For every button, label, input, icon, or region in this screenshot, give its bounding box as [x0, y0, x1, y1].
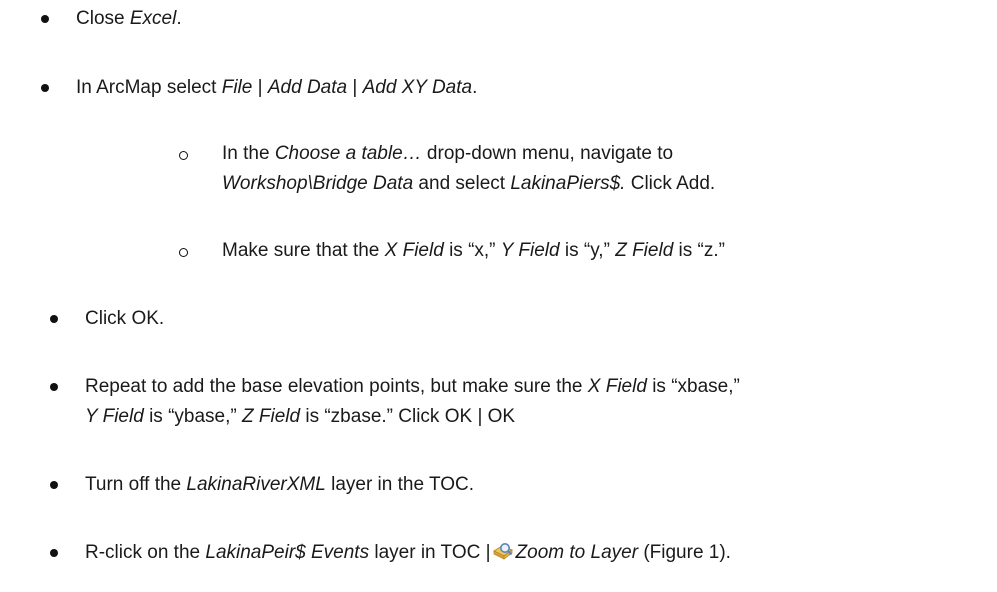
document-page: { "steps": { "s1": { "text1": "Close ", … — [0, 0, 997, 592]
substep-choose-table-line2: Workshop\Bridge Data and select LakinaPi… — [222, 173, 716, 194]
step-turn-off-layer: Turn off the LakinaRiverXML layer in the… — [85, 474, 475, 495]
zoom-to-layer-icon — [492, 542, 514, 562]
sub-bullet-1 — [179, 151, 188, 160]
step-zoom-to-layer: R-click on the LakinaPeir$ Events layer … — [85, 542, 731, 563]
substep-choose-table-line1: In the Choose a table… drop-down menu, n… — [222, 143, 674, 164]
substep-xyz-fields: Make sure that the X Field is “x,” Y Fie… — [222, 240, 725, 261]
step-repeat-base-line1: Repeat to add the base elevation points,… — [85, 376, 740, 397]
bullet-1 — [41, 15, 49, 23]
app-name: Excel — [129, 8, 177, 29]
step-add-xy-data: In ArcMap select File | Add Data | Add X… — [76, 77, 478, 98]
step-close-excel: Close Excel. — [76, 8, 182, 29]
bullet-4 — [50, 383, 58, 391]
bullet-5 — [50, 481, 58, 489]
step-click-ok: Click OK. — [85, 308, 165, 329]
bullet-3 — [50, 315, 58, 323]
sub-bullet-2 — [179, 248, 188, 257]
step-repeat-base-line2: Y Field is “ybase,” Z Field is “zbase.” … — [85, 406, 516, 427]
bullet-6 — [50, 549, 58, 557]
bullet-2 — [41, 84, 49, 92]
